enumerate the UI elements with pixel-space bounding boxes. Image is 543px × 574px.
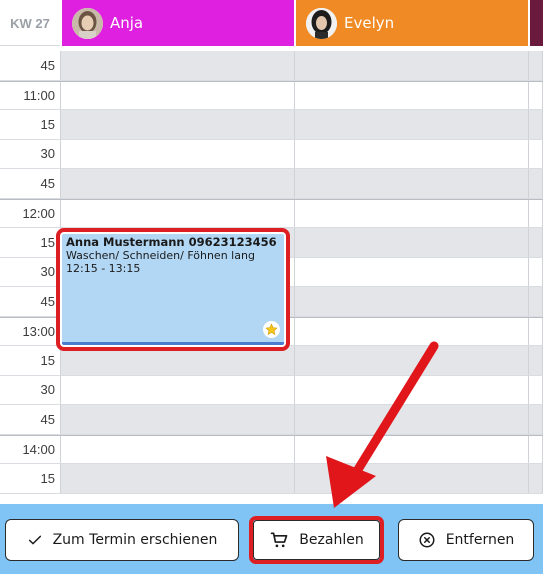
time-label: 30: [0, 257, 60, 286]
slot-anja[interactable]: [60, 464, 294, 493]
slot-partial[interactable]: [528, 346, 543, 375]
appointment-service: Waschen/ Schneiden/ Föhnen lang: [66, 249, 255, 262]
slot-partial[interactable]: [528, 139, 543, 168]
time-row: 45: [0, 51, 543, 81]
calendar-header: KW 27 Anja Evelyn: [0, 0, 543, 46]
slot-evelyn[interactable]: [294, 405, 528, 434]
appointment-client: Anna Mustermann 09623123456: [66, 235, 277, 249]
slot-anja[interactable]: [60, 169, 294, 198]
check-icon: [27, 532, 43, 548]
slot-anja[interactable]: [60, 405, 294, 434]
slot-partial[interactable]: [528, 228, 543, 257]
slot-partial[interactable]: [528, 435, 543, 463]
avatar: [72, 7, 103, 39]
slot-evelyn[interactable]: [294, 139, 528, 168]
slot-anja[interactable]: [60, 139, 294, 168]
star-icon: [263, 321, 280, 338]
time-label: 15: [0, 464, 60, 493]
week-label: KW 27: [10, 15, 50, 31]
slot-anja[interactable]: [60, 375, 294, 404]
time-row: 45: [0, 405, 543, 435]
time-row: 15: [0, 110, 543, 140]
cart-icon: [269, 530, 289, 550]
slot-partial[interactable]: [528, 110, 543, 139]
slot-evelyn[interactable]: [294, 228, 528, 257]
slot-anja[interactable]: [60, 81, 294, 109]
column-title-evelyn: Evelyn: [344, 14, 395, 32]
time-row: 15: [0, 464, 543, 494]
time-label: 30: [0, 375, 60, 404]
slot-partial[interactable]: [528, 287, 543, 316]
time-label: 13:00: [0, 317, 60, 345]
time-label: 11:00: [0, 81, 60, 109]
time-label: 45: [0, 287, 60, 316]
slot-evelyn[interactable]: [294, 346, 528, 375]
column-header-partial[interactable]: [528, 0, 543, 46]
time-label: 15: [0, 228, 60, 257]
time-label: 12:00: [0, 199, 60, 227]
slot-anja[interactable]: [60, 199, 294, 227]
slot-evelyn[interactable]: [294, 110, 528, 139]
avatar: [306, 7, 337, 39]
slot-evelyn[interactable]: [294, 199, 528, 227]
slot-partial[interactable]: [528, 199, 543, 227]
slot-anja[interactable]: [60, 51, 294, 80]
appointment-time: 12:15 - 13:15: [66, 262, 141, 275]
slot-partial[interactable]: [528, 169, 543, 198]
slot-partial[interactable]: [528, 405, 543, 434]
slot-anja[interactable]: [60, 435, 294, 463]
slot-evelyn[interactable]: [294, 375, 528, 404]
slot-partial[interactable]: [528, 81, 543, 109]
slot-evelyn[interactable]: [294, 317, 528, 345]
time-label: 45: [0, 405, 60, 434]
arrived-button-label: Zum Termin erschienen: [52, 532, 218, 548]
time-row: 30: [0, 139, 543, 169]
slot-partial[interactable]: [528, 257, 543, 286]
time-row: 30: [0, 375, 543, 405]
time-label: 45: [0, 51, 60, 80]
column-title-anja: Anja: [110, 14, 144, 32]
slot-evelyn[interactable]: [294, 169, 528, 198]
time-label: 30: [0, 139, 60, 168]
time-label: 15: [0, 346, 60, 375]
slot-evelyn[interactable]: [294, 287, 528, 316]
slot-evelyn[interactable]: [294, 257, 528, 286]
slot-partial[interactable]: [528, 317, 543, 345]
slot-partial[interactable]: [528, 464, 543, 493]
time-label: 14:00: [0, 435, 60, 463]
remove-button[interactable]: Entfernen: [398, 519, 534, 561]
pay-button-label: Bezahlen: [299, 532, 364, 548]
time-row: 12:00: [0, 198, 543, 228]
appointment-highlight: Anna Mustermann 09623123456 Waschen/ Sch…: [56, 228, 290, 351]
remove-button-label: Entfernen: [445, 532, 515, 548]
slot-anja[interactable]: [60, 110, 294, 139]
time-row: 11:00: [0, 80, 543, 110]
appointment-card[interactable]: Anna Mustermann 09623123456 Waschen/ Sch…: [62, 234, 284, 345]
action-bar: Zum Termin erschienen Bezahlen Entfernen: [0, 504, 543, 574]
slot-evelyn[interactable]: [294, 464, 528, 493]
slot-partial[interactable]: [528, 51, 543, 80]
time-label: 45: [0, 169, 60, 198]
time-row: 14:00: [0, 434, 543, 464]
slot-evelyn[interactable]: [294, 435, 528, 463]
time-row: 45: [0, 169, 543, 199]
column-header-anja[interactable]: Anja: [60, 0, 294, 46]
close-circle-icon: [418, 531, 436, 549]
column-header-evelyn[interactable]: Evelyn: [294, 0, 528, 46]
slot-partial[interactable]: [528, 375, 543, 404]
time-label: 15: [0, 110, 60, 139]
slot-evelyn[interactable]: [294, 81, 528, 109]
arrived-button[interactable]: Zum Termin erschienen: [5, 519, 239, 561]
pay-button[interactable]: Bezahlen: [253, 520, 380, 560]
slot-evelyn[interactable]: [294, 51, 528, 80]
